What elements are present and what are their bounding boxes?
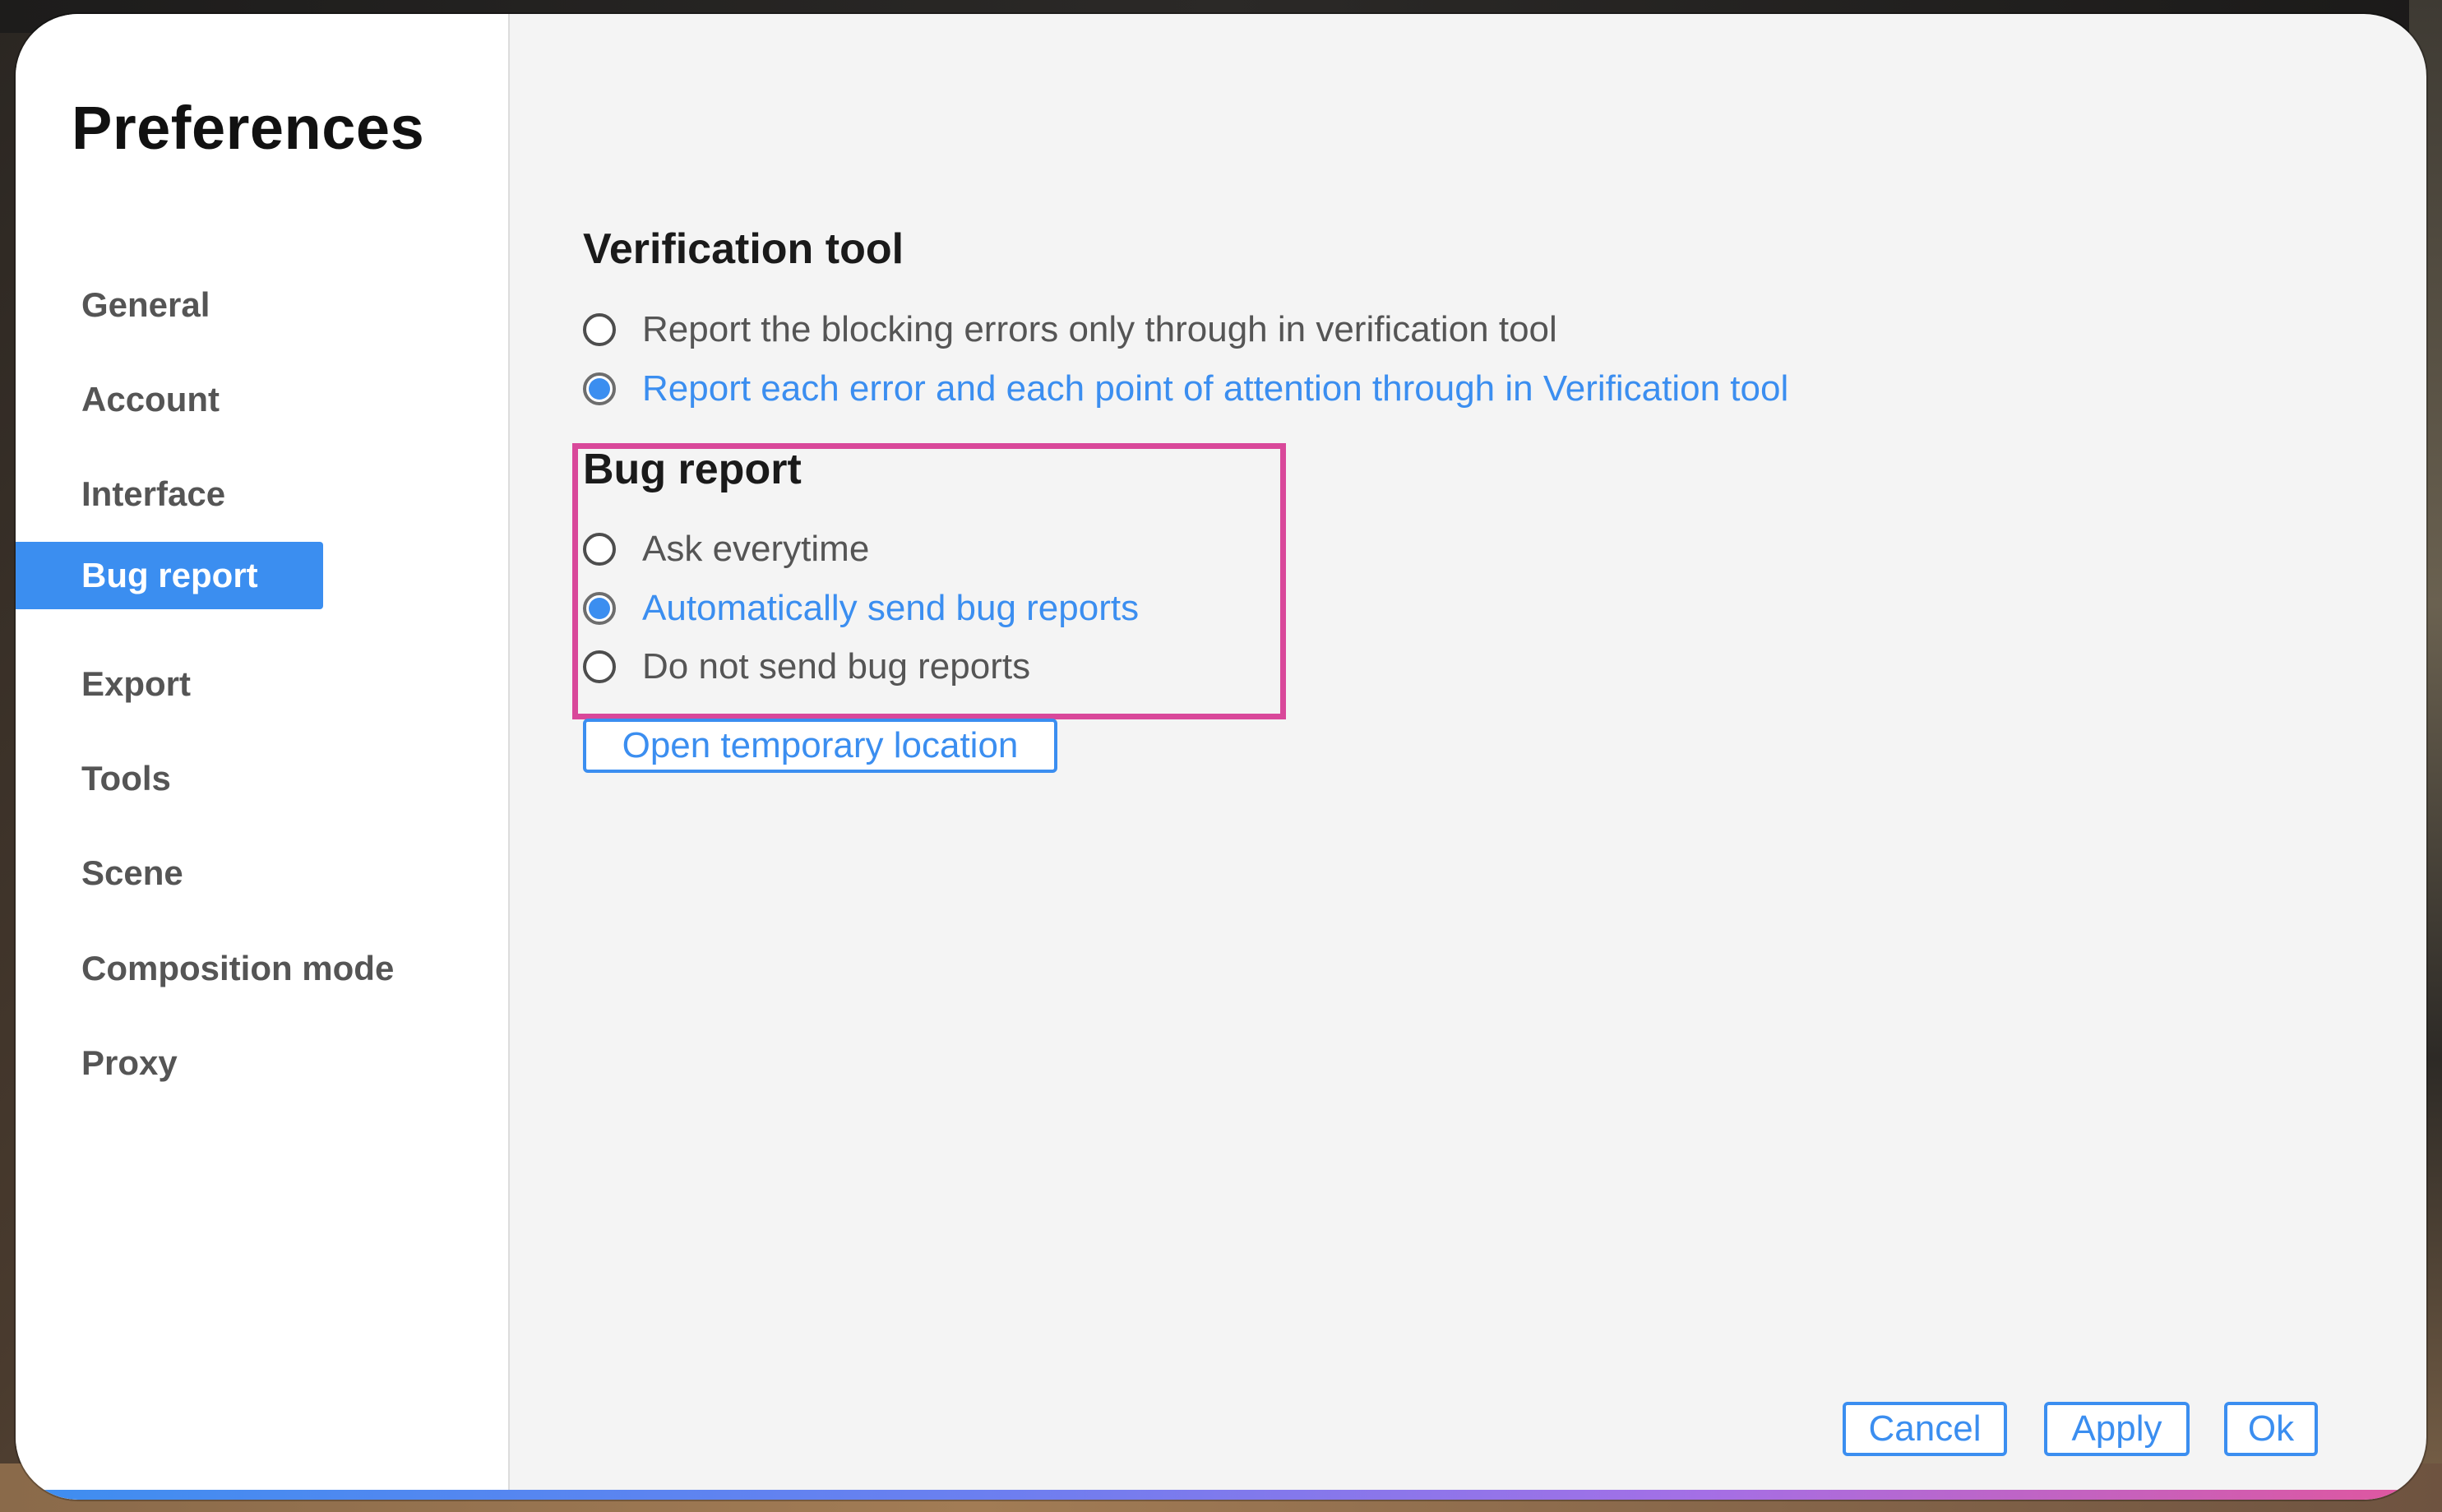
bug-report-heading: Bug report xyxy=(583,446,802,493)
ok-button[interactable]: Ok xyxy=(2224,1402,2318,1456)
sidebar-item-bug-report[interactable]: Bug report xyxy=(16,542,323,609)
sidebar-item-composition-mode[interactable]: Composition mode xyxy=(16,935,394,1002)
radio-label: Ask everytime xyxy=(642,529,870,569)
cancel-button[interactable]: Cancel xyxy=(1843,1402,2007,1456)
verification-tool-heading: Verification tool xyxy=(583,225,904,273)
radio-label: Automatically send bug reports xyxy=(642,588,1140,628)
radio-do-not-send[interactable]: Do not send bug reports xyxy=(583,642,1030,691)
dialog-title: Preferences xyxy=(72,94,425,162)
preferences-dialog: Preferences General Account Interface Bu… xyxy=(16,14,2426,1500)
sidebar-item-tools[interactable]: Tools xyxy=(16,745,323,812)
sidebar-item-interface[interactable]: Interface xyxy=(16,460,323,528)
apply-button[interactable]: Apply xyxy=(2044,1402,2190,1456)
sidebar-item-proxy[interactable]: Proxy xyxy=(16,1029,323,1097)
sidebar-item-general[interactable]: General xyxy=(16,271,323,339)
sidebar-item-export[interactable]: Export xyxy=(16,650,323,718)
radio-ask-everytime[interactable]: Ask everytime xyxy=(583,525,869,574)
radio-button-checked-icon[interactable] xyxy=(583,372,616,405)
radio-label: Report each error and each point of atte… xyxy=(642,368,1789,409)
radio-label: Report the blocking errors only through … xyxy=(642,309,1557,349)
radio-label: Do not send bug reports xyxy=(642,646,1031,687)
sidebar-item-scene[interactable]: Scene xyxy=(16,839,323,907)
radio-button-unchecked-icon[interactable] xyxy=(583,533,616,566)
radio-button-unchecked-icon[interactable] xyxy=(583,650,616,683)
radio-blocking-errors-only[interactable]: Report the blocking errors only through … xyxy=(583,305,1557,354)
radio-automatically-send[interactable]: Automatically send bug reports xyxy=(583,584,1139,633)
sidebar-item-account[interactable]: Account xyxy=(16,366,323,433)
radio-each-error-and-attention-point[interactable]: Report each error and each point of atte… xyxy=(583,364,1788,414)
sidebar: Preferences General Account Interface Bu… xyxy=(16,14,510,1500)
radio-button-checked-icon[interactable] xyxy=(583,592,616,625)
window-accent-bar xyxy=(16,1490,2426,1500)
open-temporary-location-button[interactable]: Open temporary location xyxy=(583,719,1057,773)
radio-button-unchecked-icon[interactable] xyxy=(583,313,616,346)
